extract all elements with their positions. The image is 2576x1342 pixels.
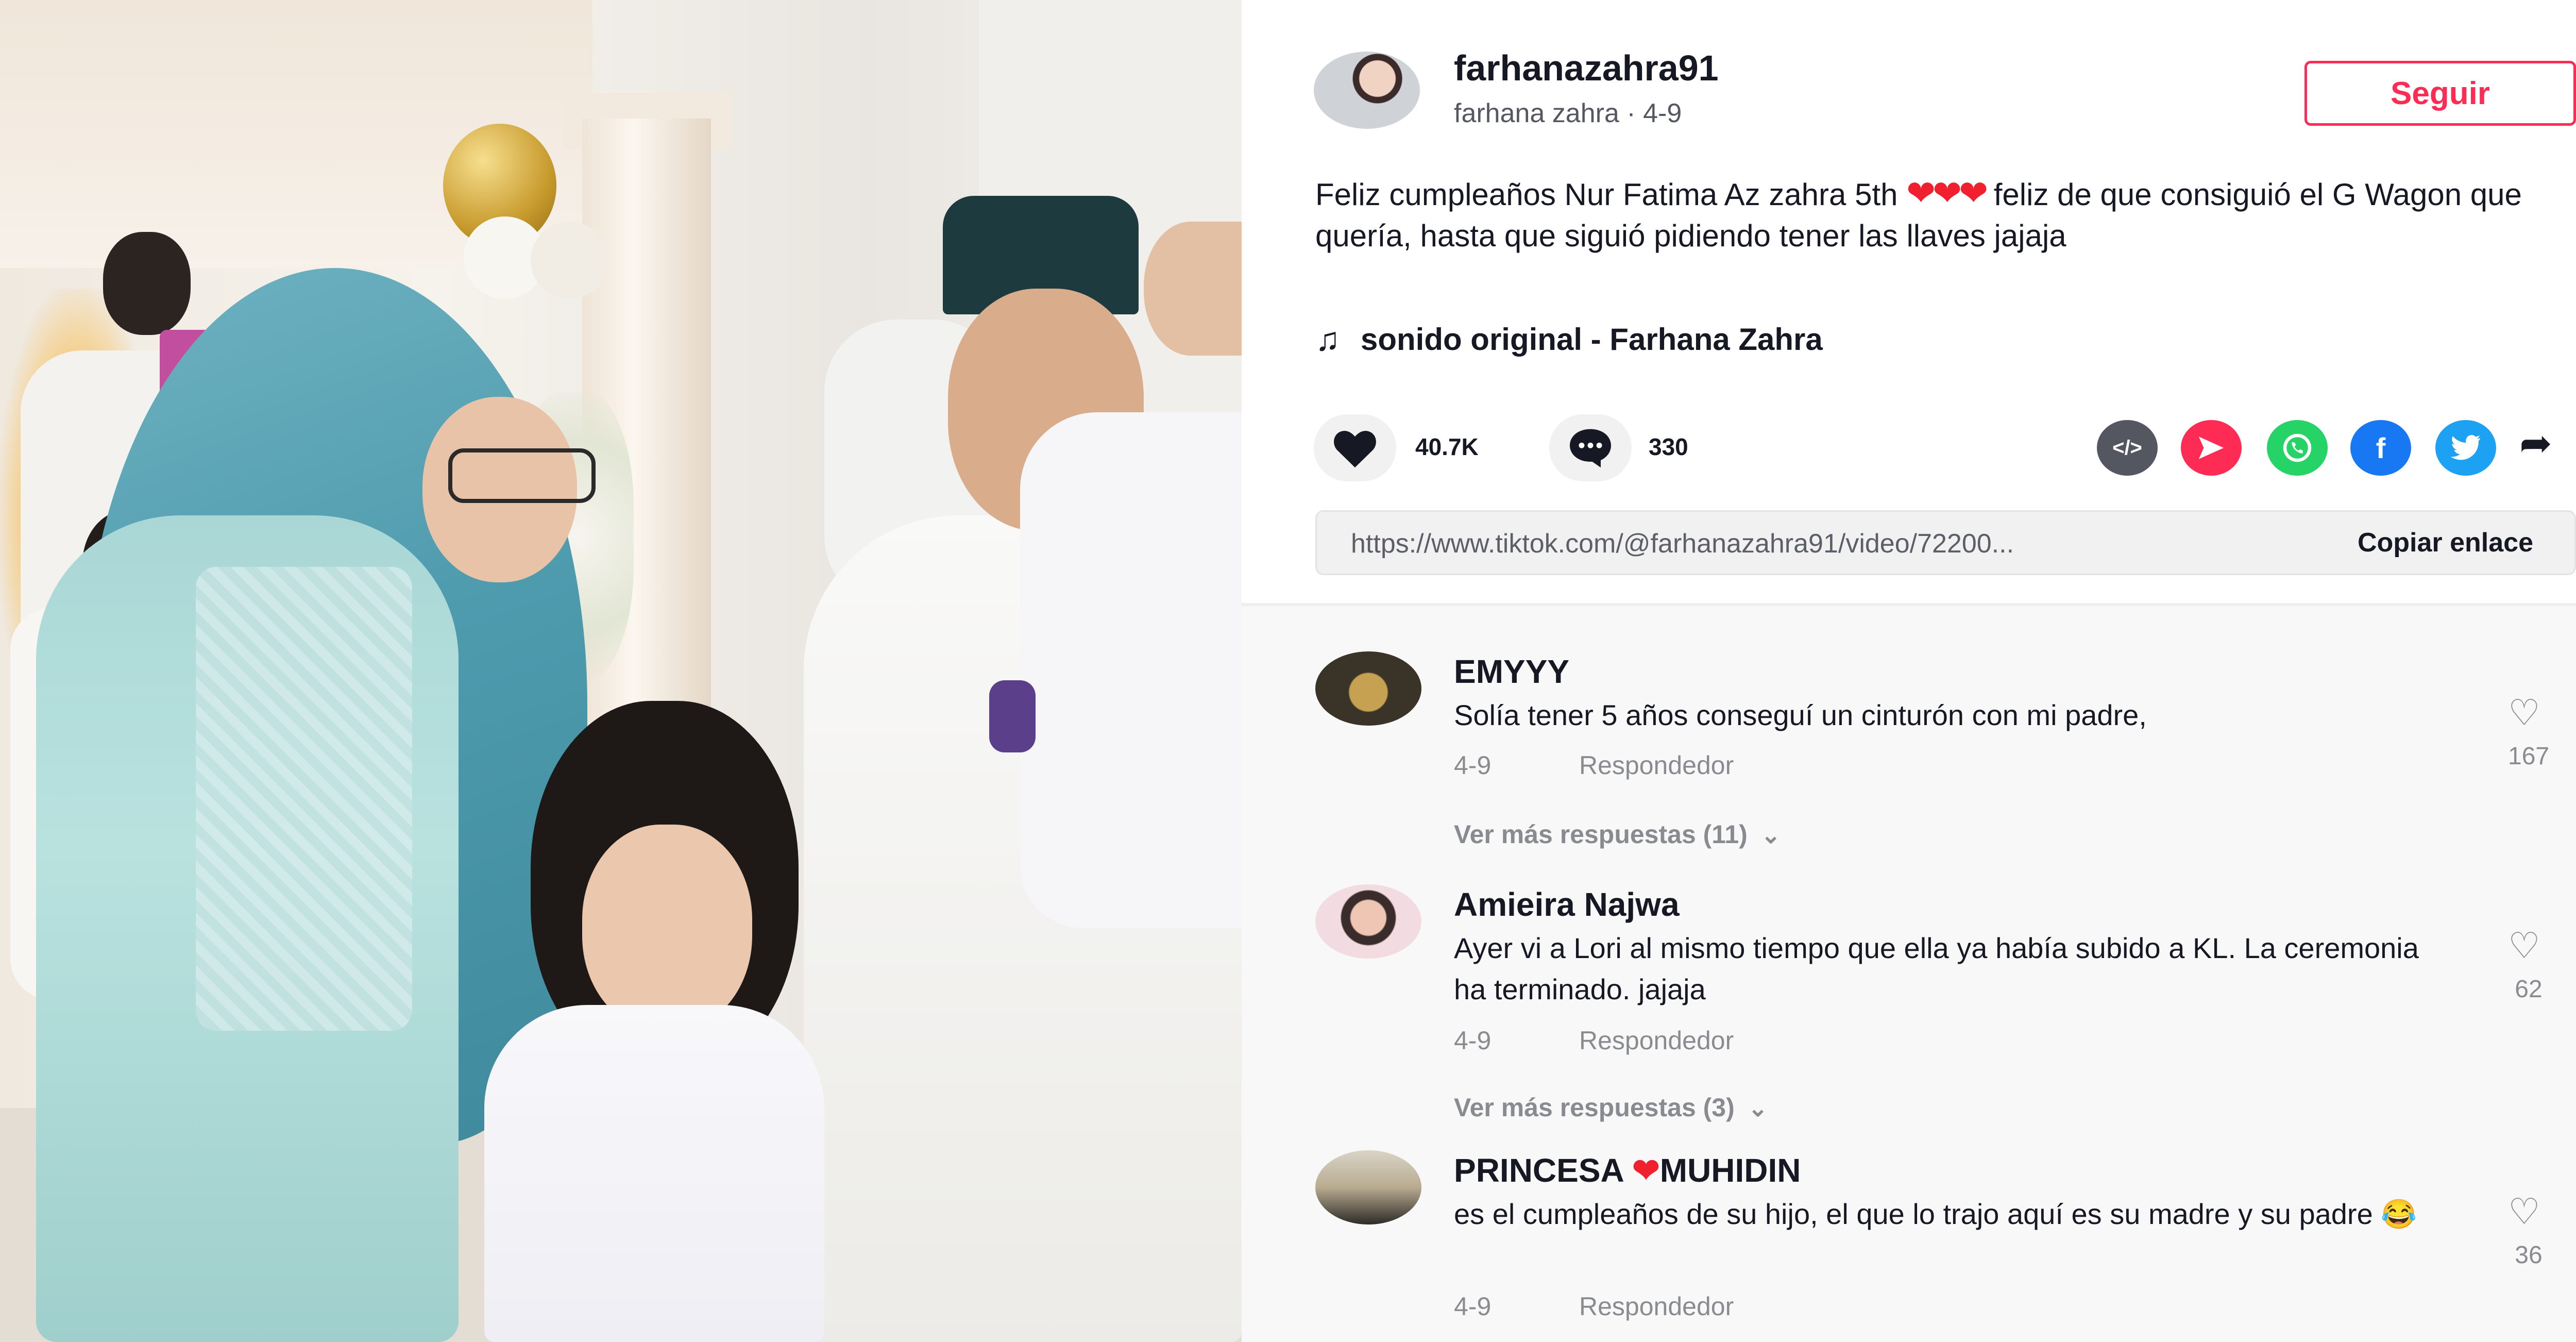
music-note-icon: ♫ <box>1315 321 1340 358</box>
post-panel: farhanazahra91 farhana zahra · 4-9 Segui… <box>1242 0 2576 1342</box>
comment-heart-icon[interactable]: ♡ <box>2508 692 2540 734</box>
heart-icon <box>1334 430 1376 468</box>
whatsapp-icon <box>2283 433 2312 462</box>
commenter-username[interactable]: EMYYY <box>1454 652 1569 691</box>
white-balloon <box>531 222 608 299</box>
comment-like-count: 36 <box>2515 1242 2543 1269</box>
commenter-username-part: PRINCESA <box>1454 1152 1633 1189</box>
music-label: sonido original - Farhana Zahra <box>1361 322 1823 357</box>
car-key <box>989 680 1036 752</box>
comment-like-count: 62 <box>2515 976 2543 1003</box>
chevron-down-icon: ⌄ <box>1748 1095 1768 1121</box>
caption-text: Feliz cumpleaños Nur Fatima Az zahra 5th <box>1315 177 1907 212</box>
facebook-icon: f <box>2376 431 2386 464</box>
twitter-icon <box>2450 435 2481 460</box>
twitter-share-button[interactable] <box>2435 420 2496 476</box>
send-to-friends-button[interactable] <box>2181 420 2242 476</box>
send-icon <box>2198 437 2224 459</box>
girl-dress <box>484 1005 824 1342</box>
comment-text: es el cumpleaños de su hijo, el que lo t… <box>1454 1198 2417 1230</box>
comment-text: Solía tener 5 años conseguí un cinturón … <box>1454 699 2147 731</box>
embed-code-icon: </> <box>2112 436 2142 459</box>
comment-bubble-icon <box>1570 429 1611 468</box>
comment-button[interactable] <box>1549 414 1632 481</box>
commenter-username-part: MUHIDIN <box>1659 1152 1801 1189</box>
share-arrow-icon[interactable]: ➦ <box>2519 420 2552 466</box>
view-more-replies[interactable]: Ver más respuestas (3) ⌄ <box>1454 1093 1768 1122</box>
whatsapp-share-button[interactable] <box>2267 420 2328 476</box>
commenter-avatar[interactable] <box>1315 651 1421 726</box>
share-link-url[interactable]: https://www.tiktok.com/@farhanazahra91/v… <box>1351 528 2227 559</box>
comment-like-count: 167 <box>2508 743 2550 770</box>
glasses <box>448 448 596 503</box>
post-caption: Feliz cumpleaños Nur Fatima Az zahra 5th… <box>1315 173 2552 257</box>
like-button[interactable] <box>1314 414 1396 481</box>
girl-face <box>582 825 752 1031</box>
comment-count: 330 <box>1649 433 1688 460</box>
follow-button[interactable]: Seguir <box>2304 61 2576 126</box>
author-avatar[interactable] <box>1314 52 1420 129</box>
like-count: 40.7K <box>1415 433 1479 460</box>
dress-lace <box>196 567 412 1031</box>
reply-button[interactable]: Respondedor <box>1579 1291 1734 1321</box>
view-more-replies[interactable]: Ver más respuestas (11) ⌄ <box>1454 819 1781 849</box>
video-player[interactable] <box>0 0 1242 1342</box>
author-name-date: farhana zahra · 4-9 <box>1454 98 1682 128</box>
music-link[interactable]: ♫ sonido original - Farhana Zahra <box>1315 318 1823 360</box>
copy-link-button[interactable]: Copiar enlace <box>2358 527 2533 558</box>
commenter-avatar[interactable] <box>1315 884 1421 959</box>
comment-date: 4-9 <box>1454 1026 1492 1055</box>
comment-date: 4-9 <box>1454 1292 1492 1321</box>
view-more-replies-label: Ver más respuestas (11) <box>1454 820 1748 849</box>
heart-emoji: ❤❤❤ <box>1906 174 1988 213</box>
comment-date: 4-9 <box>1454 751 1492 780</box>
commenter-username[interactable]: Amieira Najwa <box>1454 885 1680 924</box>
view-more-replies-label: Ver más respuestas (3) <box>1454 1093 1735 1122</box>
embed-button[interactable]: </> <box>2097 420 2158 476</box>
baby-head <box>1144 222 1242 356</box>
commenter-username[interactable]: PRINCESA ❤MUHIDIN <box>1454 1151 1801 1190</box>
baby <box>1020 412 1242 928</box>
author-username[interactable]: farhanazahra91 <box>1454 47 1719 89</box>
chevron-down-icon: ⌄ <box>1760 821 1781 848</box>
commenter-avatar[interactable] <box>1315 1150 1421 1224</box>
heart-emoji: ❤ <box>1632 1152 1660 1189</box>
comments-list: EMYYY Solía tener 5 años conseguí un cin… <box>1242 606 2576 1342</box>
comment-heart-icon[interactable]: ♡ <box>2508 1190 2540 1233</box>
reply-button[interactable]: Respondedor <box>1579 1026 1734 1055</box>
comment-heart-icon[interactable]: ♡ <box>2508 925 2540 967</box>
facebook-share-button[interactable]: f <box>2350 420 2411 476</box>
comment-text: Ayer vi a Lori al mismo tiempo que ella … <box>1454 932 2419 1005</box>
reply-button[interactable]: Respondedor <box>1579 750 1734 780</box>
share-link-box: https://www.tiktok.com/@farhanazahra91/v… <box>1315 510 2576 575</box>
background-person-head <box>103 232 191 335</box>
post-header: farhanazahra91 farhana zahra · 4-9 Segui… <box>1242 0 2576 603</box>
